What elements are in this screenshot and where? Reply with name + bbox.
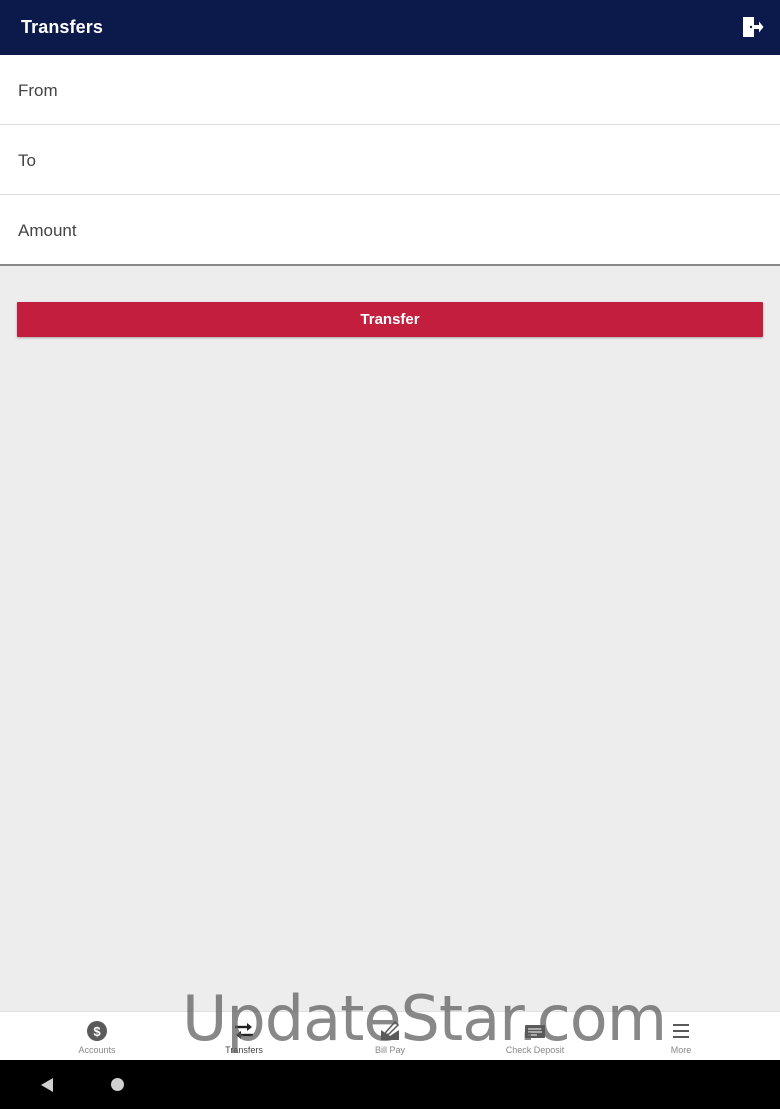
nav-label: Check Deposit [505,1045,565,1055]
swap-arrows-icon [233,1020,255,1042]
from-label: From [18,81,58,100]
amount-field[interactable]: Amount [0,195,780,264]
nav-accounts[interactable]: $ Accounts [24,1012,170,1061]
home-icon[interactable] [111,1078,124,1091]
dollar-circle-icon: $ [86,1020,108,1042]
nav-bill-pay[interactable]: Bill Pay [317,1012,463,1061]
nav-label: Transfers [225,1045,263,1055]
envelope-pen-icon [379,1020,401,1042]
amount-label: Amount [18,221,77,240]
transfer-form: From To Amount [0,55,780,266]
to-field[interactable]: To [0,125,780,195]
system-navigation-bar [0,1060,780,1109]
app-bar: Transfers [0,0,780,55]
page-title: Transfers [21,17,103,37]
from-field[interactable]: From [0,55,780,125]
nav-label: More [670,1045,692,1055]
nav-transfers[interactable]: Transfers [171,1012,317,1061]
svg-text:$: $ [93,1024,101,1039]
to-label: To [18,151,36,170]
nav-label: Accounts [78,1045,116,1055]
back-icon[interactable] [40,1077,54,1098]
transfer-button[interactable]: Transfer [17,302,763,337]
nav-label: Bill Pay [374,1045,405,1055]
bottom-navigation: $ Accounts Transfers Bill Pay Check Depo… [0,1011,780,1061]
nav-more[interactable]: More [608,1012,754,1061]
menu-icon [670,1020,692,1042]
logout-icon[interactable] [740,15,764,39]
nav-check-deposit[interactable]: Check Deposit [462,1012,608,1061]
check-icon [524,1020,546,1042]
